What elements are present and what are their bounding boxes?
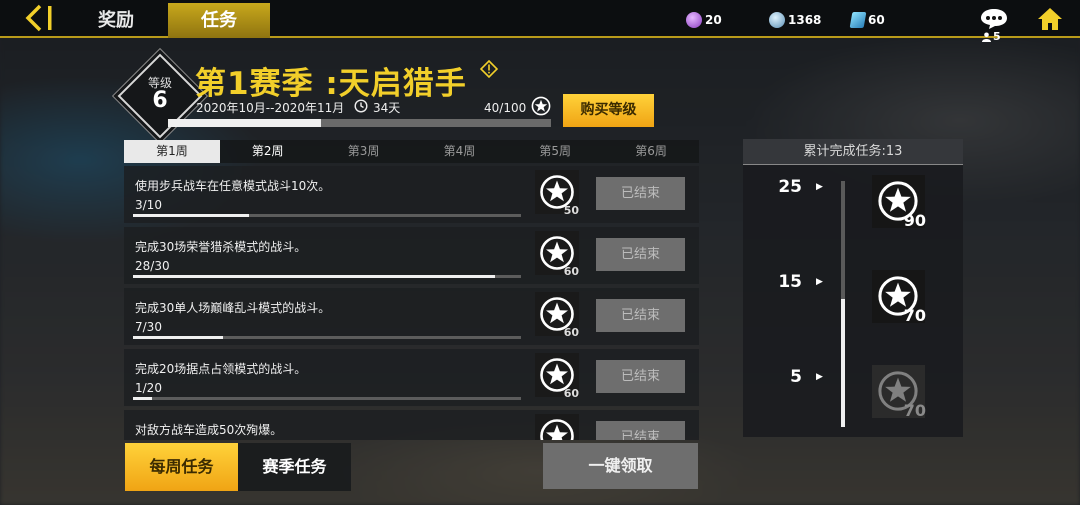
task-row: 对敌方战车造成50次殉爆。 已结束 [124, 410, 699, 440]
task-progress: 28/30 [135, 259, 170, 273]
task-progress-fill [133, 336, 224, 339]
week-tabs: 第1周 第2周 第3周 第4周 第5周 第6周 [124, 140, 699, 163]
task-description: 完成20场据点占领模式的战斗。 [135, 362, 307, 376]
task-progress: 1/20 [135, 381, 162, 395]
task-reward-amount: 60 [563, 326, 579, 339]
task-row: 完成30单人场巅峰乱斗模式的战斗。 7/30 60 已结束 [124, 288, 699, 345]
task-status-button[interactable]: 已结束 [596, 421, 685, 440]
silver-coin-icon [769, 12, 785, 28]
task-reward: 60 [535, 292, 579, 339]
task-progress-fill [133, 214, 250, 217]
task-status-button[interactable]: 已结束 [596, 360, 685, 393]
task-progress-bar [133, 214, 521, 217]
milestone-progress-bar [841, 181, 845, 427]
milestone-arrow-icon: ▶ [816, 277, 823, 287]
online-friends-value: 5 [993, 30, 1001, 43]
season-xp-bar [168, 119, 551, 127]
back-arrow-icon [25, 4, 52, 32]
top-bar: 奖励 任务 20 1368 60 5 [0, 0, 1080, 43]
milestone-reward[interactable]: 90 [872, 175, 926, 230]
clock-icon [354, 99, 368, 113]
star-medal-icon [540, 419, 574, 440]
task-reward-amount: 60 [563, 387, 579, 400]
milestone-count: 15 [778, 272, 802, 292]
claim-all-button[interactable]: 一键领取 [543, 443, 698, 489]
milestone-reward-claimed[interactable]: 70 [872, 365, 926, 420]
milestone-reward-amount: 70 [903, 401, 926, 420]
tab-week-5[interactable]: 第5周 [507, 140, 603, 163]
task-row: 使用步兵战车在任意模式战斗10次。 3/10 50 已结束 [124, 166, 699, 223]
milestone-count: 25 [778, 177, 802, 197]
milestone-arrow-icon: ▶ [816, 372, 823, 382]
task-progress-fill [133, 397, 153, 400]
task-reward: 60 [535, 231, 579, 278]
tab-rewards[interactable]: 奖励 [80, 3, 152, 38]
home-icon [1038, 8, 1062, 30]
task-description: 使用步兵战车在任意模式战斗10次。 [135, 179, 331, 193]
task-status-button[interactable]: 已结束 [596, 238, 685, 271]
days-left: 34天 [373, 101, 401, 115]
task-row: 完成20场据点占领模式的战斗。 1/20 60 已结束 [124, 349, 699, 406]
currency-gems-value: 20 [705, 13, 722, 27]
task-progress-bar [133, 397, 521, 400]
blue-card-icon [849, 12, 867, 28]
season-tasks-button[interactable]: 赛季任务 [238, 443, 351, 491]
task-progress: 3/10 [135, 198, 162, 212]
currency-coins: 1368 [769, 10, 821, 30]
task-description: 完成30场荣誉猎杀模式的战斗。 [135, 240, 307, 254]
task-description: 完成30单人场巅峰乱斗模式的战斗。 [135, 301, 331, 315]
currency-gems: 20 [686, 10, 722, 30]
task-progress-bar [133, 336, 521, 339]
tab-week-2[interactable]: 第2周 [220, 140, 316, 163]
tab-week-4[interactable]: 第4周 [411, 140, 507, 163]
task-reward-amount: 50 [563, 204, 579, 217]
task-status-button[interactable]: 已结束 [596, 299, 685, 332]
info-button[interactable] [479, 59, 499, 79]
task-status-button[interactable]: 已结束 [596, 177, 685, 210]
task-reward: 50 [535, 170, 579, 217]
task-reward-amount: 60 [563, 265, 579, 278]
weekly-tasks-button[interactable]: 每周任务 [125, 443, 238, 491]
cumulative-title: 累计完成任务:13 [743, 139, 963, 165]
milestone-reward-amount: 90 [903, 211, 926, 230]
milestone-arrow-icon: ▶ [816, 182, 823, 192]
task-list[interactable]: 使用步兵战车在任意模式战斗10次。 3/10 50 已结束 完成30场荣誉猎杀模… [124, 166, 699, 440]
milestone-reward-amount: 70 [903, 306, 926, 325]
task-reward [535, 414, 579, 440]
tab-tasks[interactable]: 任务 [168, 3, 270, 38]
star-icon [531, 96, 551, 116]
purple-gem-icon [686, 12, 702, 28]
milestone-progress-fill [841, 299, 845, 427]
currency-cards-value: 60 [868, 13, 885, 27]
back-button[interactable] [22, 3, 58, 33]
task-progress-fill [133, 275, 495, 278]
online-friends-count: 5 [982, 30, 1001, 43]
tab-week-3[interactable]: 第3周 [316, 140, 412, 163]
task-progress: 7/30 [135, 320, 162, 334]
season-dates: 2020年10月--2020年11月 [196, 101, 345, 115]
currency-coins-value: 1368 [788, 13, 822, 27]
season-xp: 40/100 [484, 101, 527, 115]
tab-week-1[interactable]: 第1周 [124, 140, 220, 163]
season-title: 第1赛季 :天启猎手 [195, 66, 467, 102]
season-xp-fill [168, 119, 322, 127]
level-value: 6 [152, 88, 168, 113]
milestone-reward[interactable]: 70 [872, 270, 926, 325]
milestone-count: 5 [790, 367, 802, 387]
person-icon [982, 32, 991, 42]
task-row: 完成30场荣誉猎杀模式的战斗。 28/30 60 已结束 [124, 227, 699, 284]
tab-week-6[interactable]: 第6周 [603, 140, 699, 163]
buy-level-button[interactable]: 购买等级 [563, 94, 654, 127]
chat-bubble-icon [981, 9, 1007, 29]
currency-cards: 60 [849, 10, 885, 30]
task-description: 对敌方战车造成50次殉爆。 [135, 423, 283, 437]
task-reward: 60 [535, 353, 579, 400]
home-button[interactable] [1037, 6, 1063, 32]
task-progress-bar [133, 275, 521, 278]
info-diamond-icon [479, 59, 499, 79]
